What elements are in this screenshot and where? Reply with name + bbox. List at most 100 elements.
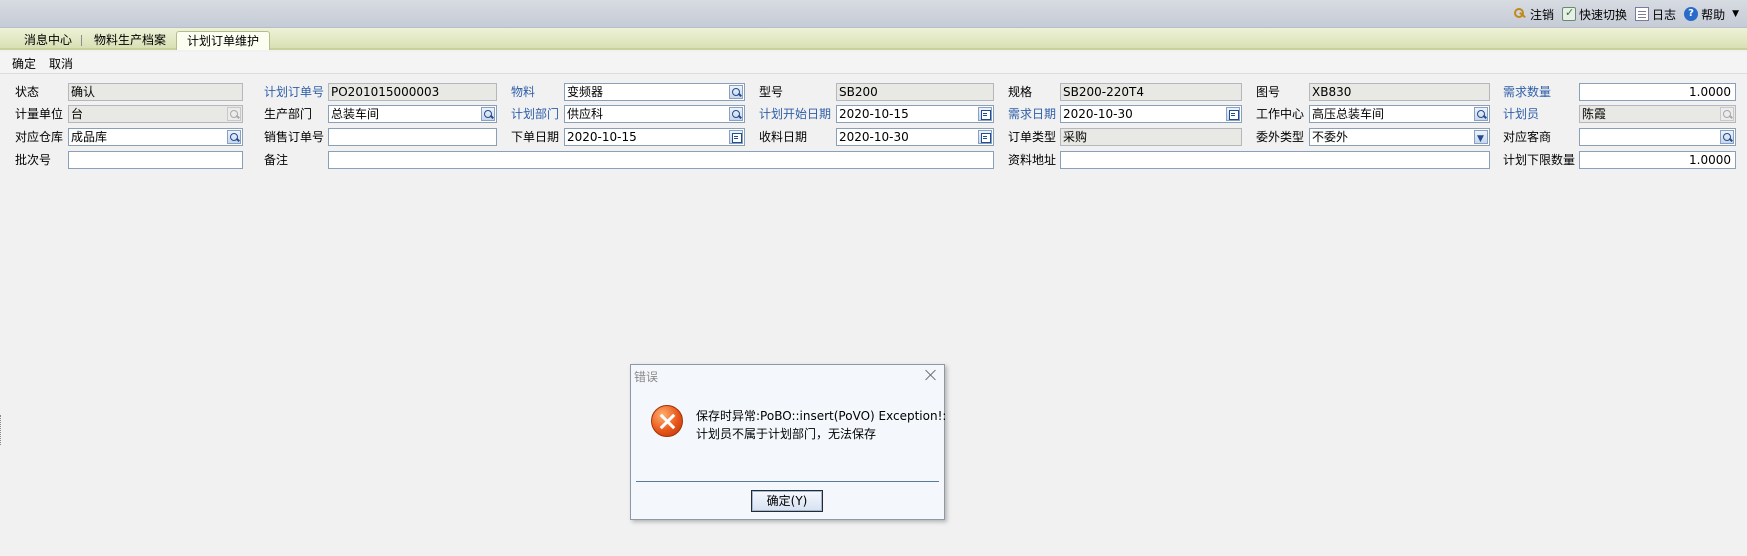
outsource-type-label: 委外类型: [1256, 130, 1305, 144]
status-field: 确认: [68, 83, 243, 101]
material-field[interactable]: 变频器: [564, 83, 745, 101]
plan-start-date-label: 计划开始日期: [759, 107, 832, 121]
resize-grip[interactable]: [0, 415, 3, 445]
demand-date-label: 需求日期: [1008, 107, 1057, 121]
remark-field[interactable]: [328, 151, 994, 169]
batch-no-label: 批次号: [15, 153, 52, 167]
tab-material-production-file[interactable]: 物料生产档案: [84, 31, 176, 50]
drawing-no-label: 图号: [1256, 85, 1281, 99]
calendar-icon[interactable]: [1226, 107, 1240, 121]
cancel-button[interactable]: 取消: [49, 55, 73, 72]
search-icon[interactable]: [729, 85, 743, 99]
help-icon: ?: [1684, 7, 1699, 21]
logout-link[interactable]: 注销: [1513, 6, 1554, 23]
planner-value: 陈霞: [1582, 107, 1607, 121]
search-icon: [227, 107, 241, 121]
work-center-value: 高压总装车间: [1312, 107, 1385, 121]
status-label: 状态: [15, 85, 40, 99]
search-icon[interactable]: [481, 107, 495, 121]
model-field: SB200: [836, 83, 994, 101]
receive-date-label: 收料日期: [759, 130, 808, 144]
confirm-button[interactable]: 确定: [12, 55, 36, 72]
plan-dept-value: 供应科: [567, 107, 604, 121]
warehouse-field[interactable]: 成品库: [68, 128, 243, 146]
outsource-type-select[interactable]: 不委外: [1309, 128, 1490, 146]
outsource-type-value: 不委外: [1312, 130, 1349, 144]
quick-switch-link[interactable]: 快速切换: [1562, 6, 1627, 23]
plan-min-qty-value: 1.0000: [1689, 153, 1731, 167]
demand-date-value: 2020-10-30: [1063, 107, 1133, 121]
tab-plan-order-maintenance[interactable]: 计划订单维护: [176, 31, 271, 50]
demand-qty-label: 需求数量: [1503, 85, 1552, 99]
model-label: 型号: [759, 85, 784, 99]
dialog-ok-button[interactable]: 确定(Y): [751, 490, 823, 512]
log-icon: [1635, 7, 1650, 21]
prod-dept-value: 总装车间: [331, 107, 380, 121]
calendar-icon[interactable]: [729, 130, 743, 144]
receive-date-value: 2020-10-30: [839, 130, 909, 144]
search-icon[interactable]: [227, 130, 241, 144]
demand-qty-field[interactable]: 1.0000: [1579, 83, 1736, 101]
remark-label: 备注: [264, 153, 289, 167]
key-icon: [1513, 7, 1527, 21]
action-bar: 确定 取消: [0, 52, 1747, 74]
order-date-field[interactable]: 2020-10-15: [564, 128, 745, 146]
search-icon[interactable]: [1720, 130, 1734, 144]
tab-strip: 消息中心 物料生产档案 计划订单维护: [0, 28, 1747, 50]
error-dialog: 错误 保存时异常:PoBO::insert(PoVO) Exception!: …: [630, 364, 947, 520]
customer-label: 对应客商: [1503, 130, 1552, 144]
plan-order-no-value: PO201015000003: [331, 85, 440, 99]
calendar-icon[interactable]: [978, 130, 992, 144]
planner-label: 计划员: [1503, 107, 1540, 121]
doc-url-label: 资料地址: [1008, 153, 1057, 167]
close-icon[interactable]: [924, 368, 938, 382]
log-link[interactable]: 日志: [1635, 6, 1676, 23]
dialog-message-line-2: 计划员不属于计划部门，无法保存: [696, 427, 877, 441]
search-icon[interactable]: [729, 107, 743, 121]
quick-switch-label: 快速切换: [1579, 7, 1628, 22]
sales-order-no-label: 销售订单号: [264, 130, 325, 144]
plan-order-no-label: 计划订单号: [264, 85, 325, 99]
work-center-label: 工作中心: [1256, 107, 1305, 121]
prod-dept-field[interactable]: 总装车间: [328, 105, 497, 123]
warehouse-label: 对应仓库: [15, 130, 64, 144]
drawing-no-value: XB830: [1312, 85, 1352, 99]
sales-order-no-field[interactable]: [328, 128, 497, 146]
spec-label: 规格: [1008, 85, 1033, 99]
chevron-down-icon[interactable]: [1474, 130, 1488, 145]
logout-label: 注销: [1530, 7, 1555, 22]
status-value: 确认: [71, 85, 96, 99]
order-date-label: 下单日期: [511, 130, 560, 144]
plan-dept-label: 计划部门: [511, 107, 560, 121]
plan-start-date-field[interactable]: 2020-10-15: [836, 105, 994, 123]
doc-url-field[interactable]: [1060, 151, 1490, 169]
customer-field[interactable]: [1579, 128, 1736, 146]
plan-min-qty-label: 计划下限数量: [1503, 153, 1576, 167]
order-type-label: 订单类型: [1008, 130, 1057, 144]
plan-min-qty-field[interactable]: 1.0000: [1579, 151, 1736, 169]
log-label: 日志: [1652, 7, 1677, 22]
demand-qty-value: 1.0000: [1689, 85, 1731, 99]
work-center-field[interactable]: 高压总装车间: [1309, 105, 1490, 123]
batch-no-field[interactable]: [68, 151, 243, 169]
error-icon: [651, 405, 683, 437]
plan-order-no-field: PO201015000003: [328, 83, 497, 101]
search-icon[interactable]: [1474, 107, 1488, 121]
top-bar: 注销 快速切换 日志 ? 帮助 ▼: [0, 0, 1747, 28]
calendar-icon[interactable]: [978, 107, 992, 121]
switch-icon: [1562, 6, 1577, 21]
material-label: 物料: [511, 85, 536, 99]
help-link[interactable]: ? 帮助 ▼: [1684, 6, 1739, 23]
dialog-divider: [636, 481, 939, 482]
plan-start-date-value: 2020-10-15: [839, 107, 909, 121]
dialog-message: 保存时异常:PoBO::insert(PoVO) Exception!: 计划员…: [696, 407, 947, 443]
chevron-down-icon[interactable]: ▼: [1732, 9, 1739, 19]
dialog-message-line-1: 保存时异常:PoBO::insert(PoVO) Exception!:: [696, 409, 947, 423]
receive-date-field[interactable]: 2020-10-30: [836, 128, 994, 146]
plan-dept-field[interactable]: 供应科: [564, 105, 745, 123]
order-type-field: 采购: [1060, 128, 1242, 146]
tab-message-center[interactable]: 消息中心: [14, 31, 83, 50]
planner-field: 陈霞: [1579, 105, 1736, 123]
demand-date-field[interactable]: 2020-10-30: [1060, 105, 1242, 123]
model-value: SB200: [839, 85, 878, 99]
